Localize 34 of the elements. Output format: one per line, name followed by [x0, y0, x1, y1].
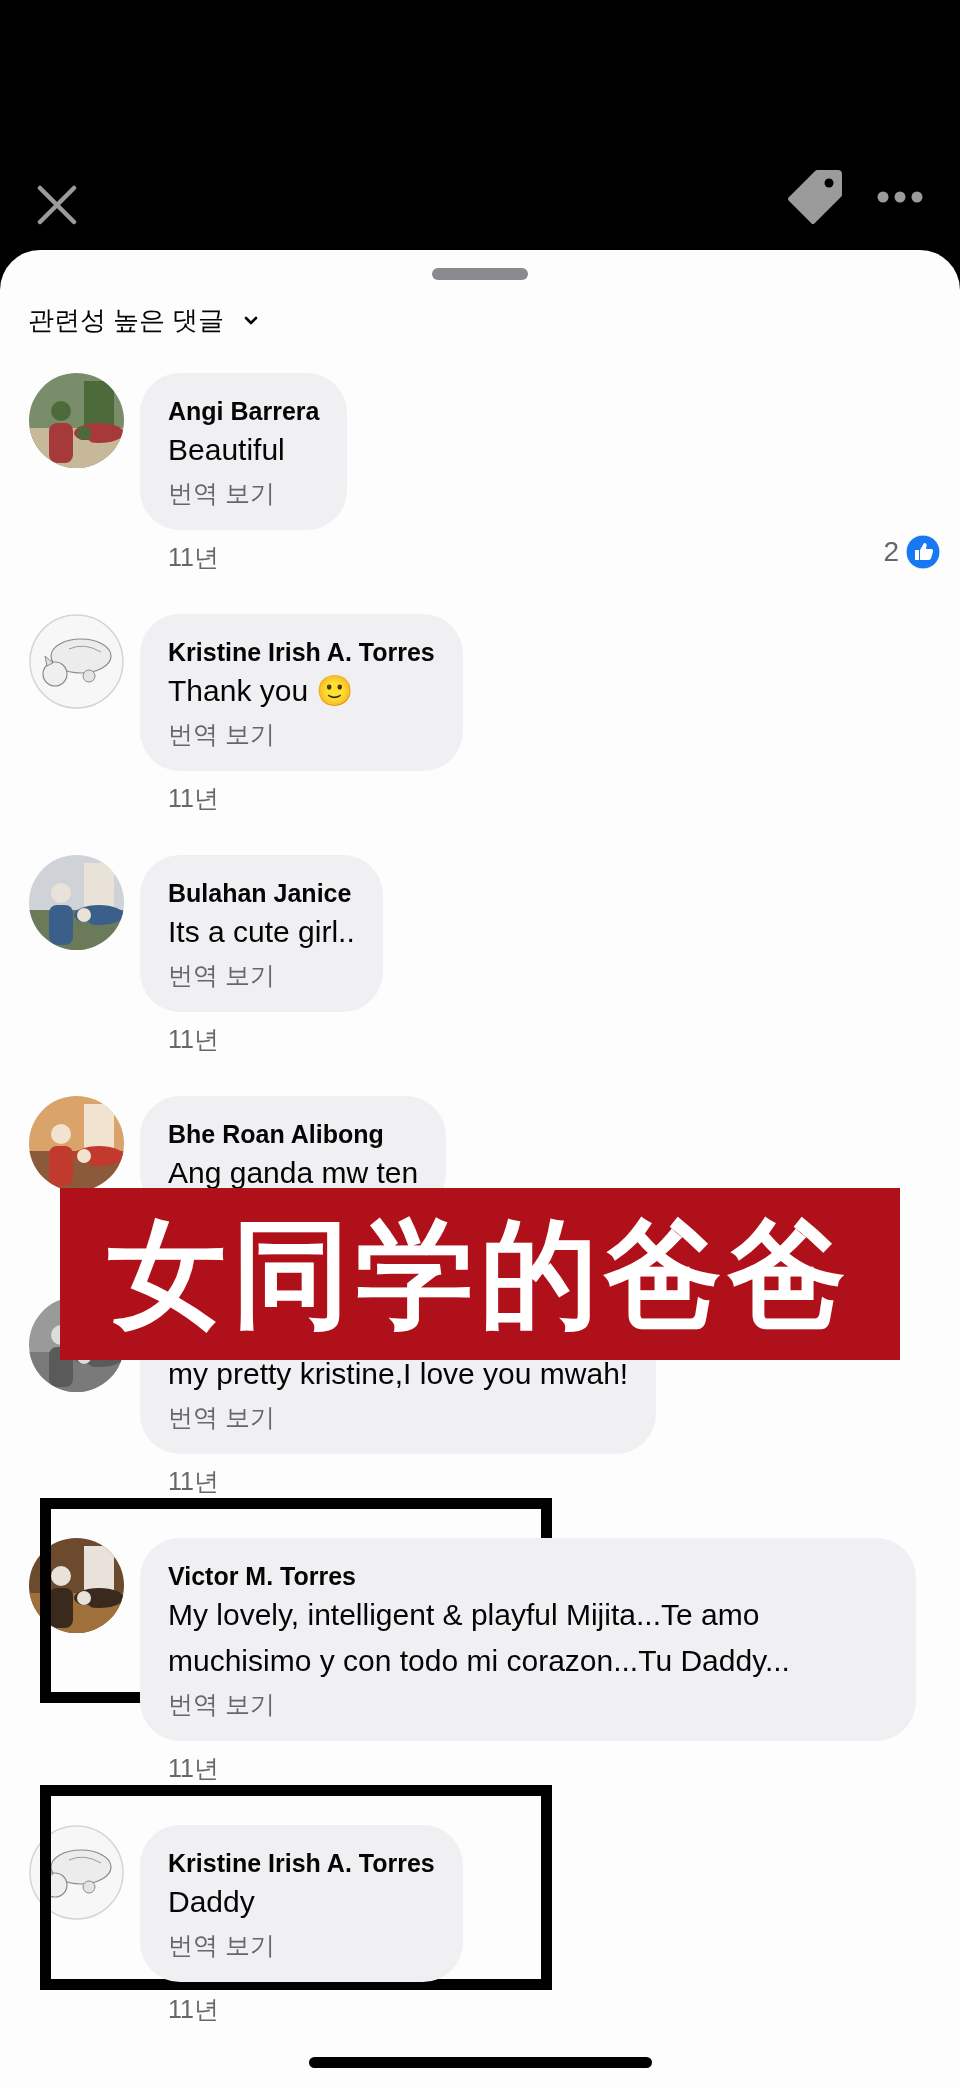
author-name: Kristine Irish A. Torres	[168, 1848, 435, 1879]
close-icon[interactable]	[37, 185, 77, 225]
author-name: Victor M. Torres	[168, 1561, 357, 1592]
comment-text: Daddy	[168, 1884, 256, 1920]
comment-time: 11년	[168, 1753, 219, 1783]
comment-time: 11년	[168, 1466, 219, 1496]
translate-link[interactable]: 번역 보기	[168, 714, 275, 754]
comment-time: 11년	[168, 1024, 219, 1054]
sort-label: 관련성 높은 댓글	[28, 304, 225, 337]
tag-icon[interactable]	[787, 169, 843, 225]
author-name: Angi Barrera	[168, 396, 320, 427]
comment-text: Ang ganda mw ten	[168, 1155, 419, 1191]
comment-text: My lovely, intelligent & playful Mijita...Te amo muchisimo y con todo mi corazon...Tu Daddy...	[168, 1597, 791, 1679]
author-name: Bhe Roan Alibong	[168, 1119, 385, 1150]
drag-handle[interactable]	[432, 268, 528, 280]
translate-link[interactable]: 번역 보기	[168, 1684, 275, 1724]
comment-time: 11년	[168, 1994, 219, 2024]
comment-text: Its a cute girl..	[168, 914, 355, 950]
translate-link[interactable]: 번역 보기	[168, 1397, 275, 1437]
comment-text: Thank you 🙂	[168, 673, 355, 709]
chevron-down-icon	[244, 315, 259, 325]
comment-time: 11년	[168, 542, 219, 572]
translate-link[interactable]: 번역 보기	[168, 955, 275, 995]
author-name: Kristine Irish A. Torres	[168, 637, 435, 668]
author-name: Bulahan Janice	[168, 878, 353, 909]
caption-banner: 女同学的爸爸	[60, 1188, 900, 1360]
like-count[interactable]: 2	[883, 535, 899, 569]
comment-time: 11년	[168, 783, 219, 813]
more-icon[interactable]	[877, 191, 923, 203]
translate-link[interactable]: 번역 보기	[168, 1925, 275, 1965]
comment-text: Beautiful	[168, 432, 286, 468]
translate-link[interactable]: 번역 보기	[168, 473, 275, 513]
sort-dropdown[interactable]: 관련성 높은 댓글	[28, 302, 259, 338]
thumbs-up-icon	[905, 534, 941, 570]
